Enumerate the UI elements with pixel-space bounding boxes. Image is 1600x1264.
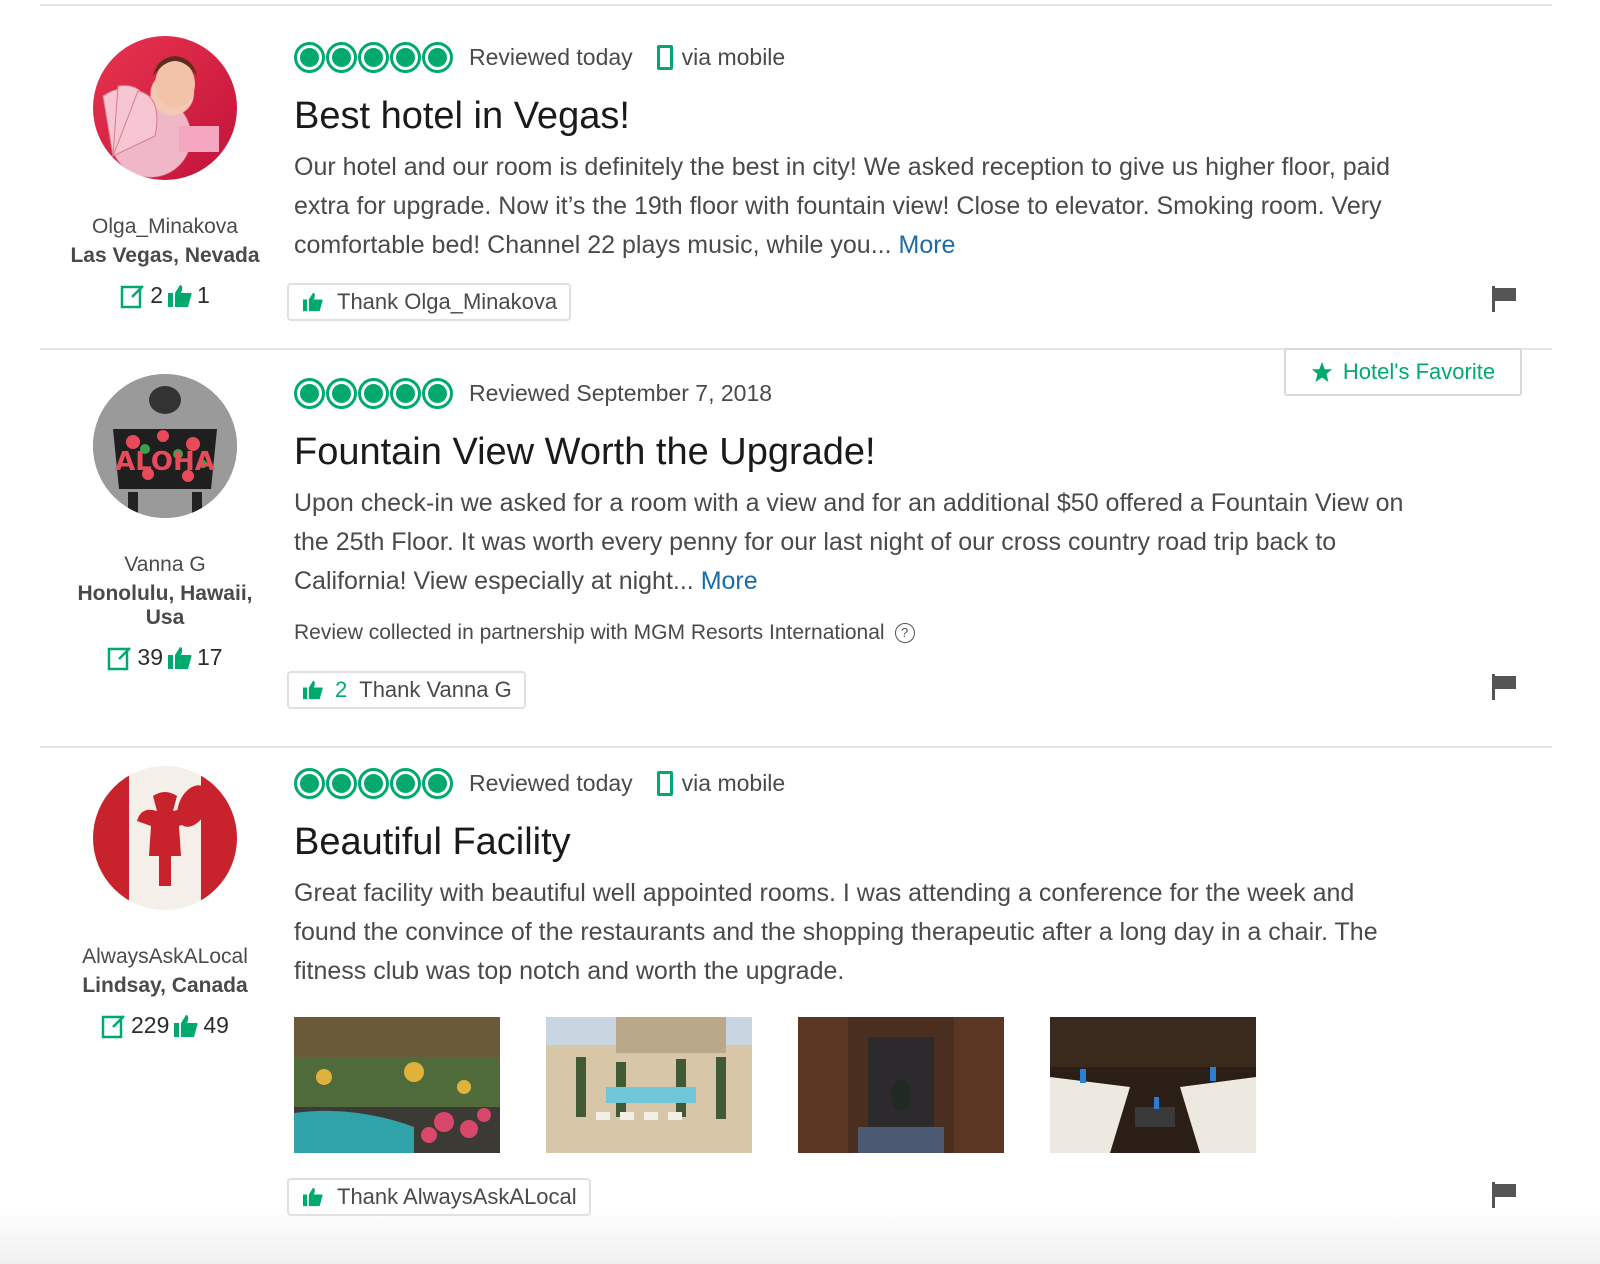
rating-bubble-icon bbox=[358, 377, 389, 409]
mobile-phone-icon bbox=[656, 770, 673, 796]
svg-text:ALOHA: ALOHA bbox=[115, 447, 215, 477]
pool-terrace-photo[interactable] bbox=[546, 1017, 752, 1153]
help-icon[interactable]: ? bbox=[894, 623, 915, 643]
helpful-count: 17 bbox=[197, 644, 223, 670]
thank-label: Thank Vanna G bbox=[359, 677, 512, 702]
rating-bubble-icon bbox=[326, 41, 357, 73]
review-count: 229 bbox=[131, 1012, 170, 1038]
helpful-votes-icon bbox=[174, 1014, 198, 1037]
via-mobile-label: via mobile bbox=[681, 769, 786, 796]
review-title[interactable]: Fountain View Worth the Upgrade! bbox=[294, 430, 1474, 474]
rating-bubble-icon bbox=[422, 377, 453, 409]
via-mobile: via mobile bbox=[656, 769, 786, 797]
contribution-counts: 39 17 bbox=[40, 644, 290, 671]
bottom-fade bbox=[0, 1208, 1600, 1264]
contribution-counts: 229 49 bbox=[40, 1012, 290, 1039]
thank-count: 2 bbox=[335, 677, 348, 702]
helpful-count: 49 bbox=[203, 1012, 229, 1038]
user-avatar[interactable] bbox=[93, 36, 237, 180]
bubble-rating bbox=[294, 41, 453, 73]
thank-button[interactable]: 2 Thank Vanna G bbox=[287, 671, 526, 709]
rating-bubble-icon bbox=[294, 377, 325, 409]
review-title[interactable]: Best hotel in Vegas! bbox=[294, 94, 1474, 138]
username[interactable]: Olga_Minakova bbox=[40, 214, 290, 240]
bubble-rating bbox=[294, 767, 453, 799]
username[interactable]: Vanna G bbox=[40, 552, 290, 578]
review-date: Reviewed today bbox=[469, 769, 633, 796]
review-text: Our hotel and our room is definitely the… bbox=[294, 153, 1390, 259]
thank-button[interactable]: Thank Olga_Minakova bbox=[287, 283, 572, 321]
rating-bubble-icon bbox=[390, 377, 421, 409]
review-body: Upon check-in we asked for a room with a… bbox=[294, 484, 1414, 601]
member-info: ALOHA Vanna G Honolulu, Hawaii, Usa 39 1… bbox=[40, 374, 290, 671]
more-link[interactable]: More bbox=[899, 231, 956, 259]
rating-bubble-icon bbox=[422, 767, 453, 799]
partner-note: Review collected in partnership with MGM… bbox=[294, 621, 1474, 645]
rating-bubble-icon bbox=[358, 767, 389, 799]
rating-bubble-icon bbox=[294, 41, 325, 73]
review-photos bbox=[294, 1017, 1474, 1153]
review-date: Reviewed September 7, 2018 bbox=[469, 379, 773, 406]
contribution-counts: 2 1 bbox=[40, 282, 290, 309]
review-card: Hotel's Favorite ALOHA Vanna G Honolulu,… bbox=[40, 348, 1552, 746]
fan-icon bbox=[102, 56, 219, 158]
rating-bubble-icon bbox=[294, 767, 325, 799]
helpful-votes-icon bbox=[168, 646, 192, 669]
review-content: Reviewed today via mobile Beautiful Faci… bbox=[294, 766, 1474, 1153]
review-count: 39 bbox=[137, 644, 163, 670]
report-flag-icon[interactable] bbox=[1492, 674, 1516, 700]
review-body: Our hotel and our room is definitely the… bbox=[294, 148, 1414, 265]
vanity-restroom-photo[interactable] bbox=[1050, 1017, 1256, 1153]
user-location: Honolulu, Hawaii, Usa bbox=[77, 582, 253, 629]
rating-bubble-icon bbox=[422, 41, 453, 73]
rating-row: Reviewed today via mobile bbox=[294, 766, 1474, 800]
username[interactable]: AlwaysAskALocal bbox=[40, 944, 290, 970]
rating-bubble-icon bbox=[326, 767, 357, 799]
locker-room-photo[interactable] bbox=[798, 1017, 1004, 1153]
review-count-icon bbox=[108, 646, 132, 670]
conservatory-garden-photo[interactable] bbox=[294, 1017, 500, 1153]
review-card: Olga_Minakova Las Vegas, Nevada 2 1 Revi… bbox=[40, 4, 1552, 348]
member-info: Olga_Minakova Las Vegas, Nevada 2 1 bbox=[40, 36, 290, 309]
member-info: AlwaysAskALocal Lindsay, Canada 229 49 bbox=[40, 766, 290, 1039]
rating-row: Reviewed today via mobile bbox=[294, 40, 1474, 74]
helpful-votes-icon bbox=[168, 284, 192, 307]
user-avatar[interactable] bbox=[93, 766, 237, 910]
report-flag-icon[interactable] bbox=[1492, 1182, 1516, 1208]
user-location: Las Vegas, Nevada bbox=[70, 244, 260, 267]
thank-label: Thank Olga_Minakova bbox=[337, 289, 558, 314]
thumbs-up-icon bbox=[303, 292, 323, 312]
thank-label: Thank AlwaysAskALocal bbox=[337, 1184, 577, 1209]
rating-bubble-icon bbox=[390, 41, 421, 73]
rating-bubble-icon bbox=[358, 41, 389, 73]
user-location: Lindsay, Canada bbox=[82, 974, 248, 997]
partner-text: Review collected in partnership with MGM… bbox=[294, 621, 885, 644]
via-mobile: via mobile bbox=[656, 43, 786, 71]
thumbs-up-icon bbox=[303, 1187, 323, 1207]
report-flag-icon[interactable] bbox=[1492, 286, 1516, 312]
review-text: Upon check-in we asked for a room with a… bbox=[294, 489, 1404, 595]
bubble-rating bbox=[294, 377, 453, 409]
review-body: Great facility with beautiful well appoi… bbox=[294, 879, 1378, 985]
review-count-icon bbox=[101, 1014, 125, 1038]
review-title[interactable]: Beautiful Facility bbox=[294, 820, 1474, 864]
canada-flag-icon bbox=[93, 766, 237, 910]
helpful-count: 1 bbox=[197, 282, 210, 308]
rating-bubble-icon bbox=[390, 767, 421, 799]
via-mobile-label: via mobile bbox=[681, 43, 786, 70]
review-count: 2 bbox=[150, 282, 163, 308]
user-avatar[interactable]: ALOHA bbox=[93, 374, 237, 518]
review-count-icon bbox=[120, 284, 145, 308]
rating-bubble-icon bbox=[326, 377, 357, 409]
review-card: AlwaysAskALocal Lindsay, Canada 229 49 R… bbox=[40, 746, 1552, 1264]
rating-row: Reviewed September 7, 2018 bbox=[294, 376, 1474, 410]
review-content: Reviewed today via mobile Best hotel in … bbox=[294, 40, 1474, 265]
review-content: Reviewed September 7, 2018 Fountain View… bbox=[294, 376, 1474, 645]
more-link[interactable]: More bbox=[701, 567, 758, 595]
thumbs-up-icon bbox=[303, 680, 323, 700]
review-date: Reviewed today bbox=[469, 43, 633, 70]
aloha-cat-icon: ALOHA bbox=[93, 374, 237, 518]
mobile-phone-icon bbox=[656, 44, 673, 70]
